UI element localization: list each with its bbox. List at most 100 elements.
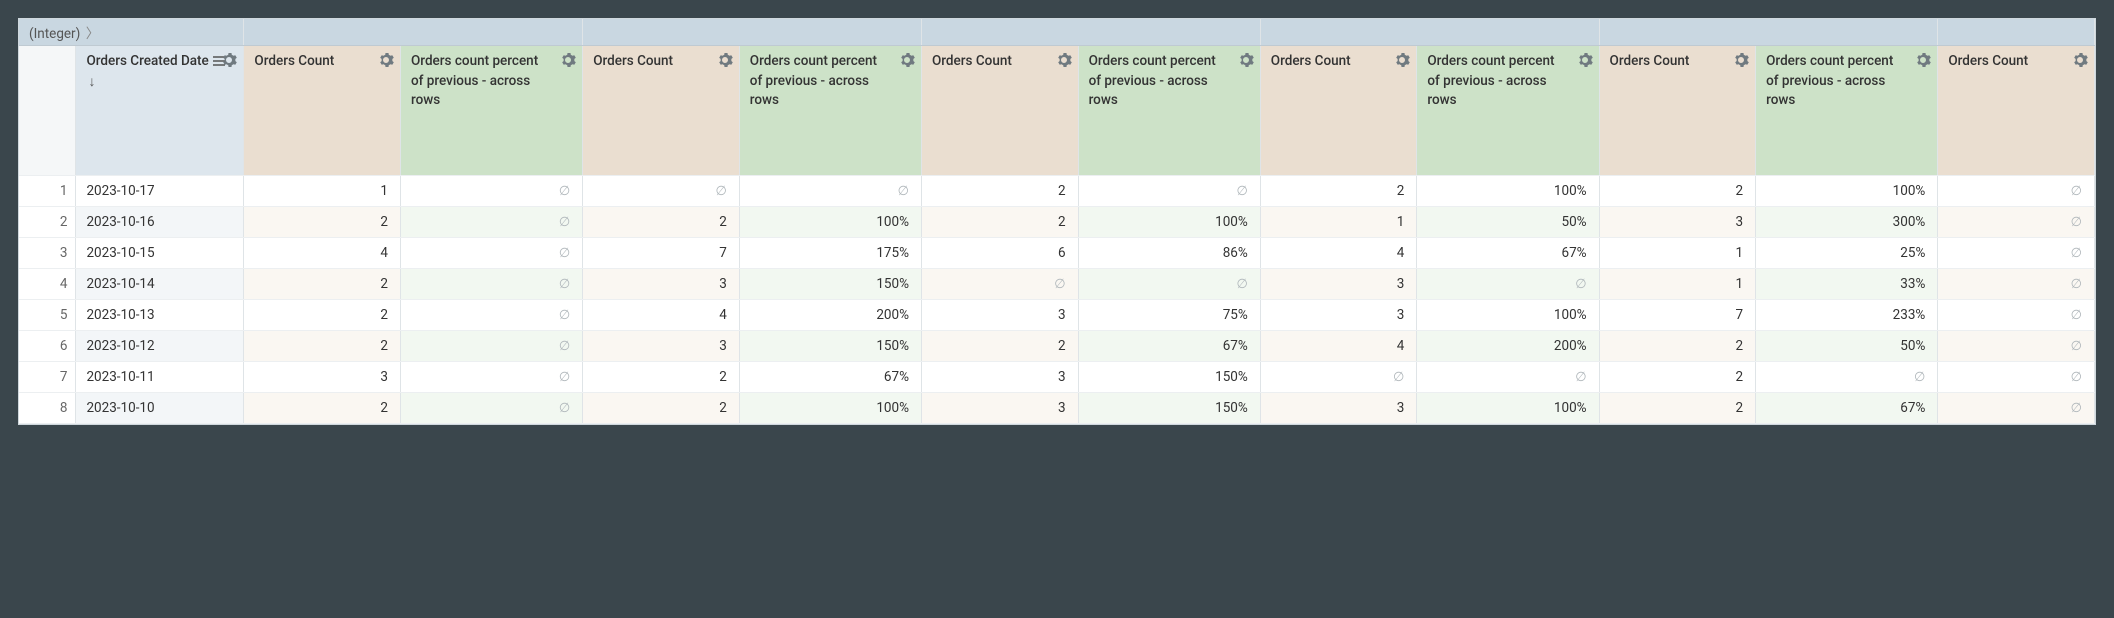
count-cell[interactable]: 2 (1599, 393, 1756, 424)
count-cell[interactable]: 3 (583, 331, 740, 362)
date-cell[interactable]: 2023-10-14 (76, 269, 244, 300)
percent-cell[interactable]: ∅ (401, 300, 583, 331)
gear-icon[interactable] (1733, 52, 1749, 68)
column-header-count[interactable]: Orders Count (1260, 46, 1417, 176)
pivot-group-header[interactable] (921, 19, 1260, 46)
count-cell[interactable]: 1 (1260, 207, 1417, 238)
column-header-percent[interactable]: Orders count percent of previous - acros… (739, 46, 921, 176)
column-header-date[interactable]: Orders Created Date ↓ (76, 46, 244, 176)
percent-cell[interactable]: 50% (1417, 207, 1599, 238)
date-cell[interactable]: 2023-10-15 (76, 238, 244, 269)
count-cell[interactable]: 4 (244, 238, 401, 269)
percent-cell[interactable]: 33% (1756, 269, 1938, 300)
pivot-group-header[interactable]: (Integer) 〉 (19, 19, 244, 46)
column-header-percent[interactable]: Orders count percent of previous - acros… (1078, 46, 1260, 176)
percent-cell[interactable]: 100% (739, 207, 921, 238)
percent-cell[interactable]: 75% (1078, 300, 1260, 331)
count-cell[interactable]: 2 (1599, 176, 1756, 207)
count-cell[interactable]: ∅ (1260, 362, 1417, 393)
pivot-group-header[interactable] (1938, 19, 2095, 46)
percent-cell[interactable]: 100% (1078, 207, 1260, 238)
count-cell[interactable]: 4 (1260, 331, 1417, 362)
count-cell[interactable]: 2 (921, 176, 1078, 207)
percent-cell[interactable]: 233% (1756, 300, 1938, 331)
percent-cell[interactable]: ∅ (401, 238, 583, 269)
date-cell[interactable]: 2023-10-12 (76, 331, 244, 362)
percent-cell[interactable]: 300% (1756, 207, 1938, 238)
count-cell[interactable]: 3 (1260, 393, 1417, 424)
gear-icon[interactable] (1394, 52, 1410, 68)
percent-cell[interactable]: 86% (1078, 238, 1260, 269)
count-cell[interactable]: ∅ (1938, 362, 2095, 393)
pivot-group-header[interactable] (244, 19, 583, 46)
percent-cell[interactable]: 150% (739, 269, 921, 300)
percent-cell[interactable]: 100% (1417, 176, 1599, 207)
count-cell[interactable]: 3 (244, 362, 401, 393)
percent-cell[interactable]: ∅ (401, 331, 583, 362)
percent-cell[interactable]: 25% (1756, 238, 1938, 269)
percent-cell[interactable]: 175% (739, 238, 921, 269)
count-cell[interactable]: ∅ (583, 176, 740, 207)
column-header-count[interactable]: Orders Count (921, 46, 1078, 176)
count-cell[interactable]: 3 (583, 269, 740, 300)
count-cell[interactable]: ∅ (1938, 269, 2095, 300)
count-cell[interactable]: 2 (583, 393, 740, 424)
count-cell[interactable]: 1 (1599, 269, 1756, 300)
count-cell[interactable]: 2 (244, 393, 401, 424)
count-cell[interactable]: 1 (244, 176, 401, 207)
date-cell[interactable]: 2023-10-16 (76, 207, 244, 238)
pivot-group-header[interactable] (1599, 19, 1938, 46)
column-header-count[interactable]: Orders Count (1599, 46, 1756, 176)
count-cell[interactable]: ∅ (1938, 207, 2095, 238)
count-cell[interactable]: 2 (921, 207, 1078, 238)
count-cell[interactable]: ∅ (1938, 238, 2095, 269)
percent-cell[interactable]: 100% (1417, 300, 1599, 331)
count-cell[interactable]: 3 (1260, 269, 1417, 300)
count-cell[interactable]: 3 (1599, 207, 1756, 238)
gear-icon[interactable] (560, 52, 576, 68)
percent-cell[interactable]: ∅ (1417, 269, 1599, 300)
percent-cell[interactable]: ∅ (401, 176, 583, 207)
count-cell[interactable]: 3 (921, 300, 1078, 331)
count-cell[interactable]: 2 (1260, 176, 1417, 207)
date-cell[interactable]: 2023-10-10 (76, 393, 244, 424)
gear-icon[interactable] (378, 52, 394, 68)
pivot-group-header[interactable] (1260, 19, 1599, 46)
count-cell[interactable]: 2 (244, 331, 401, 362)
column-header-percent[interactable]: Orders count percent of previous - acros… (1417, 46, 1599, 176)
count-cell[interactable]: ∅ (1938, 176, 2095, 207)
percent-cell[interactable]: ∅ (1756, 362, 1938, 393)
percent-cell[interactable]: 67% (1756, 393, 1938, 424)
count-cell[interactable]: 3 (921, 393, 1078, 424)
percent-cell[interactable]: ∅ (1417, 362, 1599, 393)
count-cell[interactable]: ∅ (1938, 300, 2095, 331)
gear-icon[interactable] (899, 52, 915, 68)
count-cell[interactable]: ∅ (1938, 331, 2095, 362)
percent-cell[interactable]: 67% (1078, 331, 1260, 362)
count-cell[interactable]: 2 (244, 269, 401, 300)
count-cell[interactable]: 3 (1260, 300, 1417, 331)
percent-cell[interactable]: ∅ (1078, 176, 1260, 207)
count-cell[interactable]: 2 (583, 207, 740, 238)
count-cell[interactable]: ∅ (921, 269, 1078, 300)
percent-cell[interactable]: 50% (1756, 331, 1938, 362)
count-cell[interactable]: 7 (583, 238, 740, 269)
count-cell[interactable]: 2 (244, 300, 401, 331)
percent-cell[interactable]: 150% (1078, 393, 1260, 424)
count-cell[interactable]: 6 (921, 238, 1078, 269)
column-header-percent[interactable]: Orders count percent of previous - acros… (401, 46, 583, 176)
gear-icon[interactable] (2072, 52, 2088, 68)
percent-cell[interactable]: ∅ (1078, 269, 1260, 300)
column-header-count[interactable]: Orders Count (244, 46, 401, 176)
percent-cell[interactable]: 200% (1417, 331, 1599, 362)
percent-cell[interactable]: 150% (1078, 362, 1260, 393)
percent-cell[interactable]: ∅ (401, 393, 583, 424)
percent-cell[interactable]: ∅ (401, 207, 583, 238)
gear-icon[interactable] (1238, 52, 1254, 68)
column-header-percent[interactable]: Orders count percent of previous - acros… (1756, 46, 1938, 176)
gear-icon[interactable] (1577, 52, 1593, 68)
percent-cell[interactable]: ∅ (739, 176, 921, 207)
percent-cell[interactable]: 100% (1756, 176, 1938, 207)
pivot-group-header[interactable] (583, 19, 922, 46)
gear-icon[interactable] (1056, 52, 1072, 68)
